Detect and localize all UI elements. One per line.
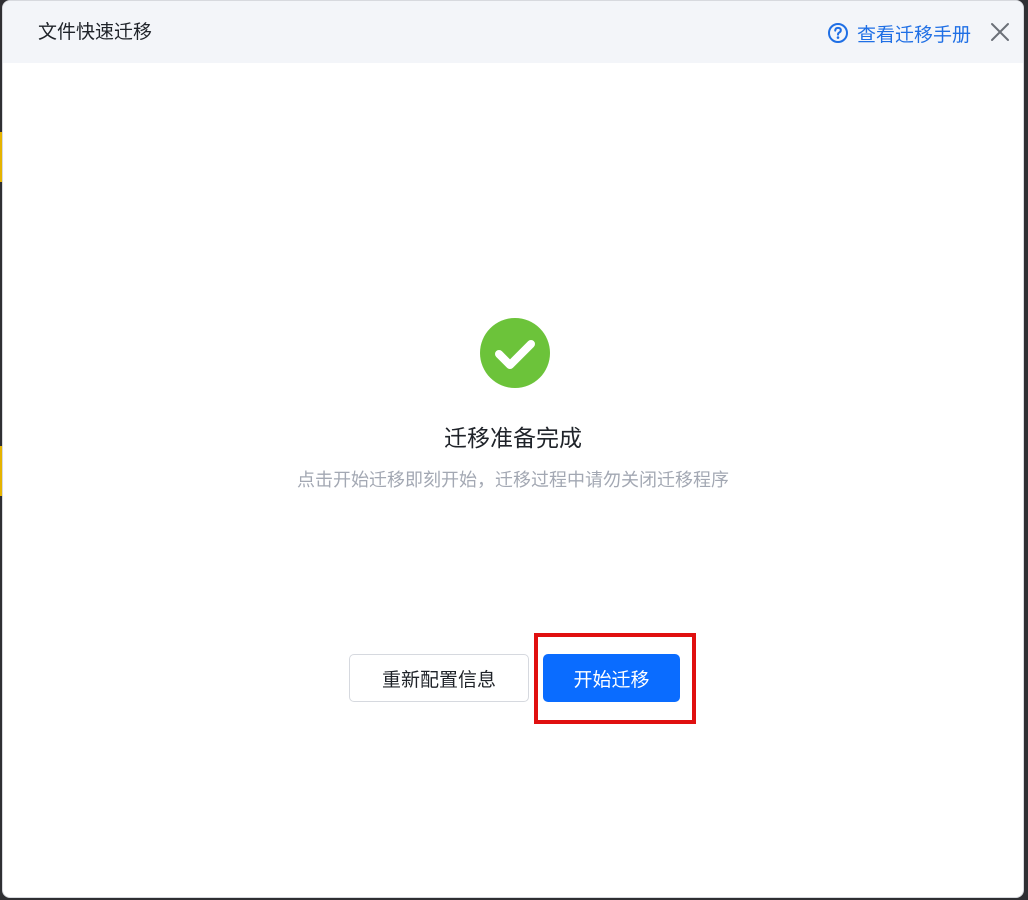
view-manual-label: 查看迁移手册 xyxy=(856,23,971,46)
status-title: 迁移准备完成 xyxy=(444,426,582,452)
dialog-titlebar: 文件快速迁移 查看迁移手册 xyxy=(3,1,1023,63)
migration-dialog: 文件快速迁移 查看迁移手册 迁移准备完成 点击开始迁移即刻开始，迁移过程中请勿关… xyxy=(2,0,1024,898)
status-description: 点击开始迁移即刻开始，迁移过程中请勿关闭迁移程序 xyxy=(297,470,729,491)
dialog-title: 文件快速迁移 xyxy=(38,21,153,43)
help-circle-icon xyxy=(827,22,849,44)
dialog-content: 迁移准备完成 点击开始迁移即刻开始，迁移过程中请勿关闭迁移程序 重新配置信息 开… xyxy=(3,63,1023,897)
close-button[interactable] xyxy=(989,21,1011,43)
start-migration-button[interactable]: 开始迁移 xyxy=(543,654,680,702)
check-circle-icon xyxy=(479,317,551,389)
close-icon xyxy=(991,23,1009,41)
view-manual-link[interactable]: 查看迁移手册 xyxy=(827,20,971,46)
reconfigure-button[interactable]: 重新配置信息 xyxy=(349,654,529,702)
